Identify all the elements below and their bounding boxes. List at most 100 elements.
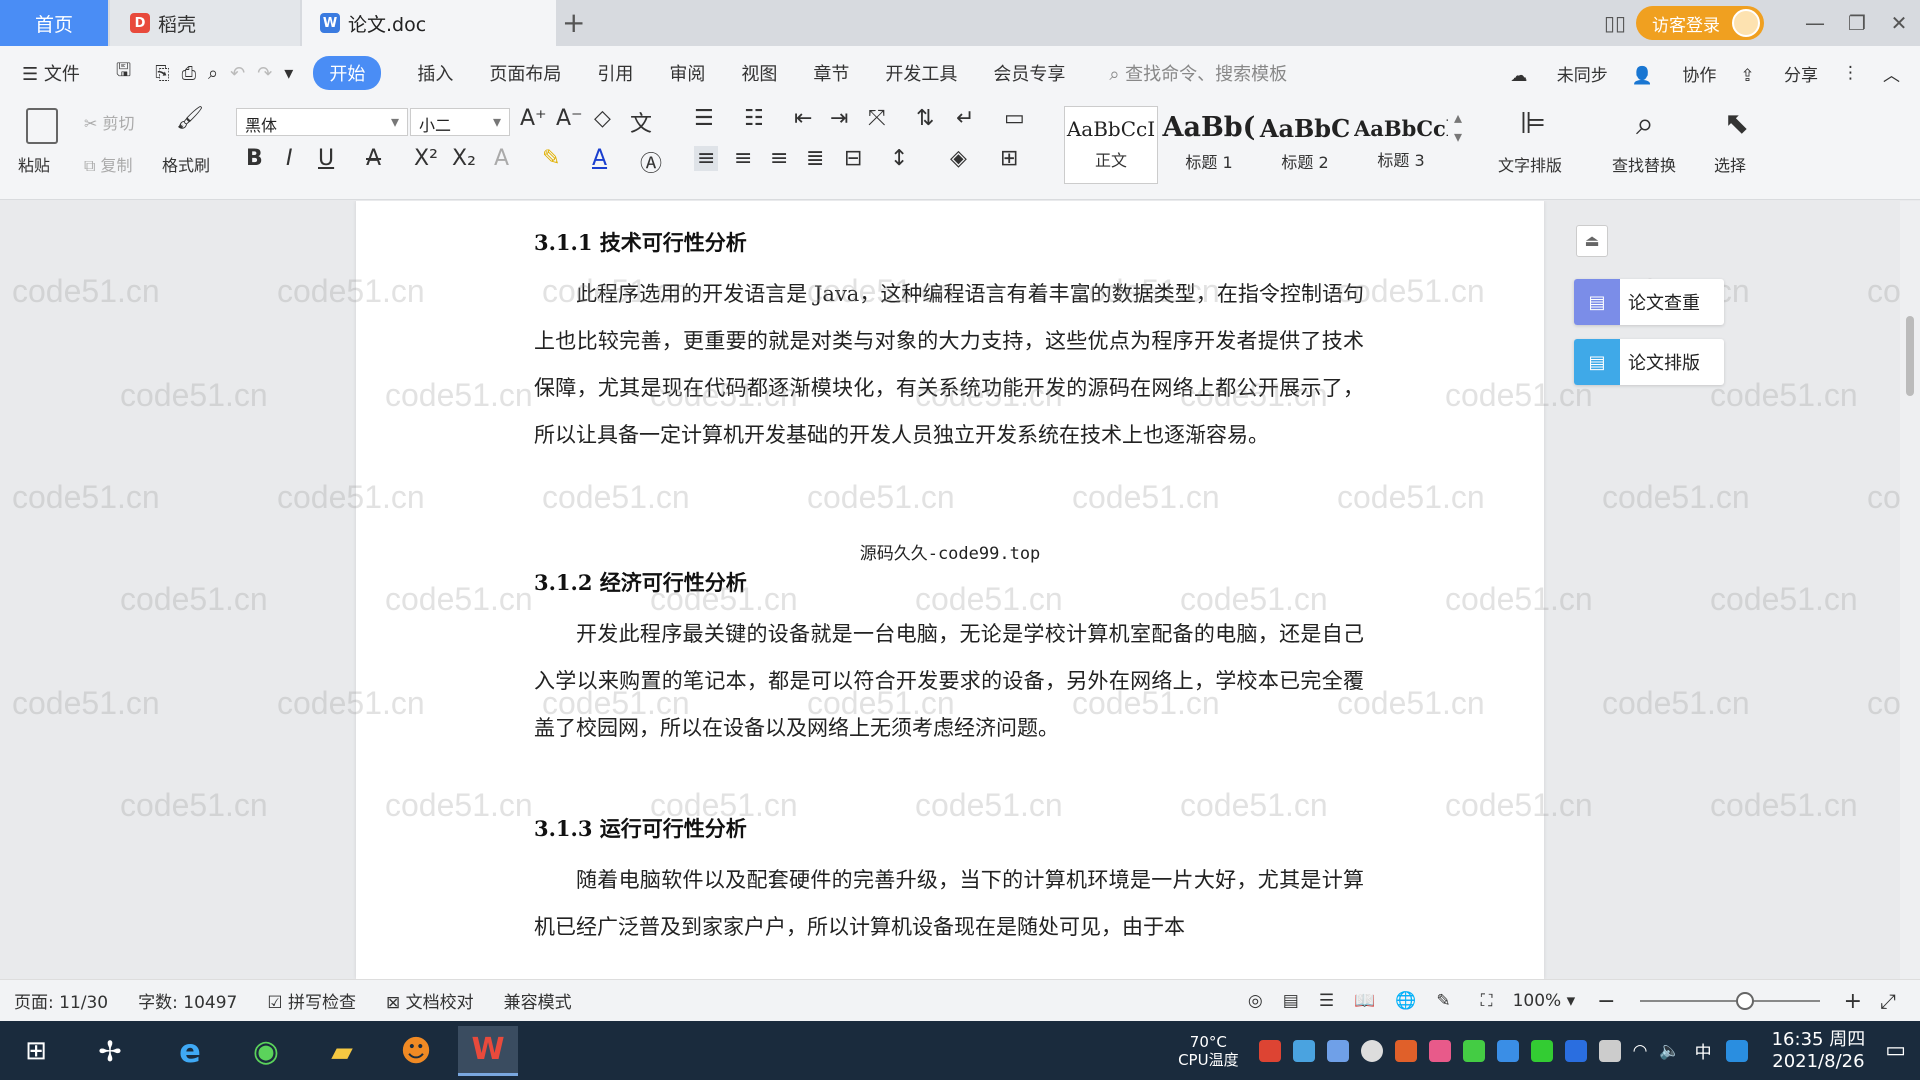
highlight-icon[interactable]: ✎ [542, 146, 560, 171]
tray-app-icon-5[interactable] [1462, 1039, 1485, 1062]
preview-icon[interactable]: ⌕ [208, 63, 218, 84]
format-painter-icon[interactable]: 🖌 [176, 106, 204, 131]
tab-document[interactable]: W 论文.doc [302, 0, 556, 46]
close-icon[interactable]: ✕ [1878, 11, 1920, 35]
scrollbar-thumb[interactable] [1906, 316, 1914, 396]
style-heading-1[interactable]: AaBb( 标题 1 [1162, 106, 1256, 184]
page-view-icon[interactable]: ▤ [1283, 991, 1299, 1011]
cpu-temp[interactable]: 70°C CPU温度 [1178, 1033, 1239, 1069]
thesis-check-button[interactable]: ▤ 论文查重 [1574, 279, 1724, 325]
zoom-in-icon[interactable]: + [1844, 989, 1862, 1014]
tray-app-icon-3[interactable] [1394, 1039, 1417, 1062]
tray-app-icon-1[interactable] [1258, 1039, 1281, 1062]
customize-icon[interactable]: ▾ [284, 63, 293, 84]
redo-icon[interactable]: ↷ [257, 63, 272, 84]
tab-page-layout[interactable]: 页面布局 [489, 60, 561, 86]
ruler-icon[interactable]: ▭ [1004, 106, 1025, 131]
sort-icon[interactable]: ⇅ [916, 106, 934, 131]
proofread-button[interactable]: ⊠ 文档校对 [386, 988, 474, 1013]
zoom-level-select[interactable]: 100% ▾ [1513, 991, 1576, 1011]
zoom-slider[interactable] [1639, 992, 1820, 1010]
underline-icon[interactable]: U [318, 146, 334, 171]
strikethrough-icon[interactable]: A [366, 146, 381, 171]
tab-insert[interactable]: 插入 [417, 60, 453, 86]
write-mode-icon[interactable]: ✎ [1436, 991, 1450, 1011]
shield-icon[interactable] [1326, 1039, 1349, 1062]
font-name-select[interactable]: 黑体 ▾ [236, 108, 408, 136]
notification-bell-icon[interactable] [1360, 1039, 1383, 1062]
undo-icon[interactable]: ↶ [230, 63, 245, 84]
format-painter-button[interactable]: 格式刷 [162, 152, 210, 176]
clock[interactable]: 16:35 周四 2021/8/26 [1772, 1029, 1866, 1073]
new-tab-button[interactable]: + [562, 6, 585, 39]
tab-home[interactable]: 首页 [0, 0, 108, 46]
fit-page-icon[interactable]: ⛶ [1481, 991, 1493, 1011]
align-left-icon[interactable]: ≡ [694, 146, 719, 171]
tab-member[interactable]: 会员专享 [993, 60, 1065, 86]
tab-start[interactable]: 开始 [313, 56, 382, 90]
print-icon[interactable]: ⎙ [182, 63, 196, 84]
nvidia-icon[interactable] [1530, 1039, 1553, 1062]
align-right-icon[interactable]: ≡ [770, 146, 788, 171]
select-cursor-icon[interactable]: ⬉ [1724, 106, 1749, 141]
find-replace-button[interactable]: 查找替换 [1612, 152, 1676, 176]
text-effect-icon[interactable]: A [494, 146, 509, 171]
font-color-icon[interactable]: A [592, 146, 607, 171]
file-explorer-icon[interactable]: ▰ [312, 1026, 372, 1076]
text-layout-button[interactable]: 文字排版 [1498, 152, 1562, 176]
minimize-icon[interactable]: — [1794, 11, 1836, 35]
cut-button[interactable]: ✂ 剪切 [84, 110, 135, 134]
zoom-out-icon[interactable]: − [1597, 989, 1615, 1014]
borders-icon[interactable]: ⊞ [1000, 146, 1018, 171]
select-button[interactable]: 选择 [1714, 152, 1746, 176]
bullet-list-icon[interactable]: ☰ [694, 106, 714, 131]
sync-button[interactable]: ☁ 未同步 [1510, 61, 1607, 86]
wps-writer-icon[interactable]: W [458, 1026, 518, 1076]
page-indicator[interactable]: 页面: 11/30 [14, 988, 108, 1013]
tray-app-icon-4[interactable] [1428, 1039, 1451, 1062]
output-icon[interactable]: ⎘ [155, 63, 169, 84]
web-view-icon[interactable]: 🌐 [1395, 991, 1416, 1011]
italic-icon[interactable]: I [286, 146, 293, 171]
distribute-icon[interactable]: ⊟ [844, 146, 862, 171]
shrink-font-icon[interactable]: A⁻ [556, 106, 583, 131]
game-app-icon[interactable]: ☻ [386, 1026, 446, 1076]
vertical-scrollbar[interactable] [1900, 201, 1920, 979]
volume-icon[interactable]: 🔈 [1659, 1041, 1680, 1061]
tray-app-icon-2[interactable] [1292, 1039, 1315, 1062]
tray-app-icon-6[interactable] [1496, 1039, 1519, 1062]
tab-daoke[interactable]: D 稻壳 [110, 0, 300, 46]
tab-reference[interactable]: 引用 [597, 60, 633, 86]
font-size-select[interactable]: 小二 ▾ [410, 108, 510, 136]
char-border-icon[interactable]: Ⓐ [640, 146, 662, 178]
numbered-list-icon[interactable]: ☷ [744, 106, 764, 131]
grow-font-icon[interactable]: A⁺ [520, 106, 547, 131]
guest-login-button[interactable]: 访客登录 [1636, 6, 1764, 40]
document-page[interactable]: 3.1.1 技术可行性分析 此程序选用的开发语言是 Java，这种编程语言有着丰… [356, 201, 1544, 979]
eye-protect-icon[interactable]: ◎ [1248, 991, 1263, 1011]
show-marks-icon[interactable]: ↵ [956, 106, 974, 131]
command-search[interactable]: ⌕ 查找命令、搜索模板 [1109, 60, 1287, 86]
style-heading-2[interactable]: AaBbC 标题 2 [1258, 106, 1352, 184]
zoom-slider-knob[interactable] [1735, 992, 1754, 1010]
thesis-layout-button[interactable]: ▤ 论文排版 [1574, 339, 1724, 385]
qq-icon[interactable] [1725, 1039, 1748, 1062]
collab-button[interactable]: 👤 协作 [1632, 61, 1717, 86]
find-replace-icon[interactable]: ⌕ [1636, 104, 1654, 143]
copy-button[interactable]: ⧉ 复制 [84, 152, 133, 176]
tab-chapter[interactable]: 章节 [813, 60, 849, 86]
superscript-icon[interactable]: X² [414, 146, 438, 171]
wifi-icon[interactable]: ◠ [1633, 1041, 1648, 1061]
fullscreen-icon[interactable]: ⤢ [1880, 989, 1896, 1013]
clear-format-icon[interactable]: ◇ [594, 106, 611, 131]
word-count[interactable]: 字数: 10497 [138, 988, 237, 1013]
spell-check-button[interactable]: ☑ 拼写检查 [267, 988, 356, 1013]
tab-review[interactable]: 审阅 [669, 60, 705, 86]
bold-icon[interactable]: B [246, 146, 263, 171]
style-normal[interactable]: AaBbCcI 正文 [1064, 106, 1158, 184]
battery-icon[interactable] [1598, 1039, 1621, 1062]
shading-icon[interactable]: ◈ [950, 146, 967, 171]
bluetooth-icon[interactable] [1564, 1039, 1587, 1062]
collapse-ribbon-icon[interactable]: ︿ [1883, 61, 1900, 86]
tab-dev-tools[interactable]: 开发工具 [885, 60, 957, 86]
